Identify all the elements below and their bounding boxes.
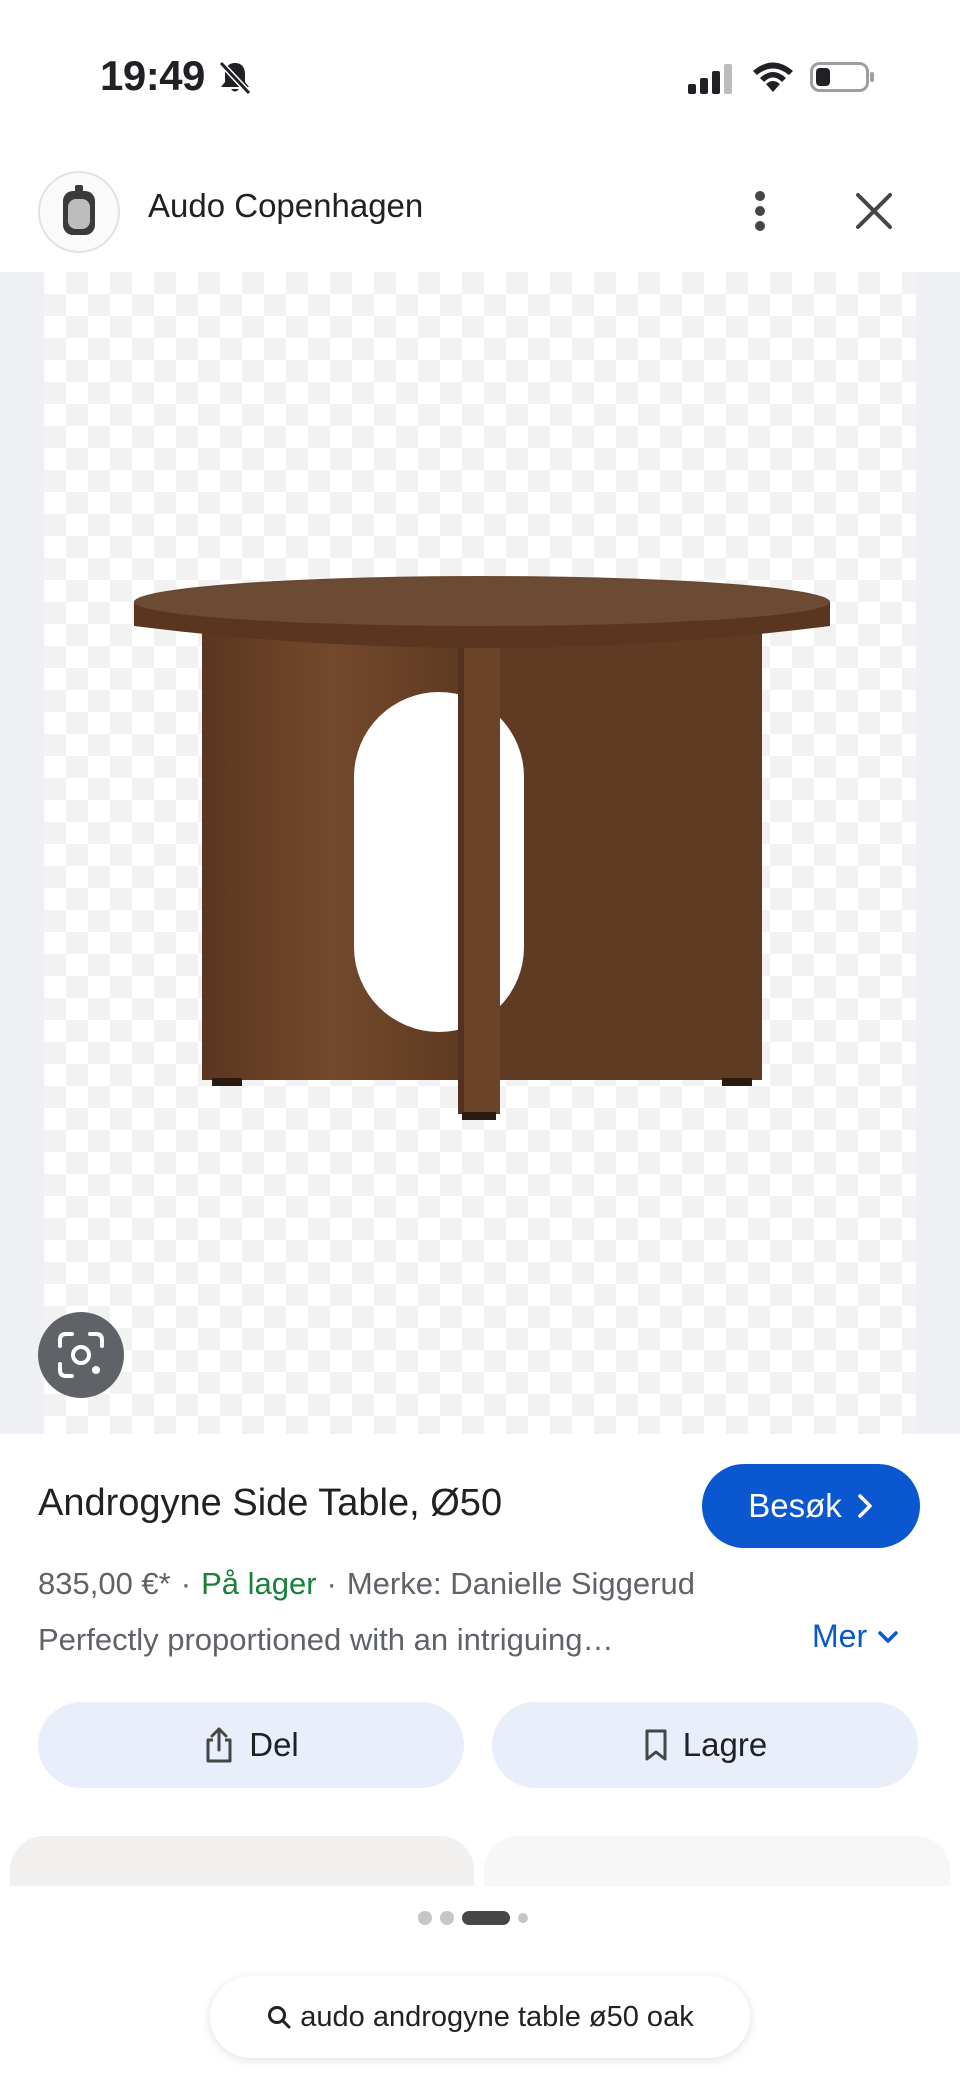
product-title[interactable]: Androgyne Side Table, Ø50 bbox=[38, 1482, 502, 1525]
product-meta: 835,00 €* · På lager · Merke: Danielle Sigge… bbox=[38, 1566, 695, 1601]
share-label: Del bbox=[249, 1726, 299, 1763]
google-lens-button[interactable] bbox=[38, 1312, 124, 1398]
search-query-pill[interactable]: audo androgyne table ø50 oak bbox=[210, 1976, 750, 2058]
wifi-icon bbox=[753, 62, 793, 92]
lens-icon bbox=[58, 1332, 104, 1378]
lantern-icon bbox=[63, 185, 95, 235]
more-vertical-icon[interactable] bbox=[740, 185, 780, 237]
page-indicator bbox=[418, 1910, 528, 1926]
page: 19:49 Audo Copenhagen Androgyne Side Tab… bbox=[0, 0, 960, 2087]
close-icon[interactable] bbox=[850, 187, 898, 235]
brand: Merke: Danielle Siggerud bbox=[346, 1566, 695, 1601]
battery-icon bbox=[810, 62, 874, 92]
page-dot-active bbox=[462, 1911, 510, 1925]
share-icon bbox=[206, 1727, 232, 1763]
image-viewer bbox=[0, 272, 960, 1434]
status-time: 19:49 bbox=[100, 52, 205, 99]
save-button[interactable]: Lagre bbox=[492, 1702, 918, 1788]
site-logo[interactable] bbox=[38, 171, 120, 253]
product-image bbox=[134, 576, 830, 1120]
bell-slash-icon bbox=[218, 60, 252, 96]
product-image-card[interactable] bbox=[44, 272, 916, 1434]
visit-button-label: Besøk bbox=[748, 1487, 842, 1524]
page-dot bbox=[518, 1913, 528, 1923]
more-link[interactable]: Mer bbox=[812, 1618, 899, 1655]
price: 835,00 €* bbox=[38, 1566, 171, 1601]
visit-button[interactable]: Besøk bbox=[702, 1464, 920, 1548]
share-button[interactable]: Del bbox=[38, 1702, 464, 1788]
search-icon bbox=[268, 2006, 291, 2029]
more-label: Mer bbox=[812, 1618, 868, 1654]
chevron-down-icon bbox=[878, 1630, 898, 1643]
status-bar: 19:49 bbox=[0, 0, 960, 150]
search-query: audo androgyne table ø50 oak bbox=[300, 2000, 694, 2033]
page-dot bbox=[440, 1911, 454, 1925]
stock-status: På lager bbox=[201, 1566, 317, 1601]
site-name[interactable]: Audo Copenhagen bbox=[148, 187, 423, 225]
bookmark-icon bbox=[645, 1729, 667, 1761]
chevron-right-icon bbox=[858, 1494, 872, 1518]
save-label: Lagre bbox=[682, 1726, 768, 1763]
viewer-header: Audo Copenhagen bbox=[0, 165, 960, 270]
product-description: Perfectly proportioned with an intriguin… bbox=[38, 1622, 614, 1657]
page-dot bbox=[418, 1911, 432, 1925]
cellular-signal-icon bbox=[688, 64, 732, 94]
